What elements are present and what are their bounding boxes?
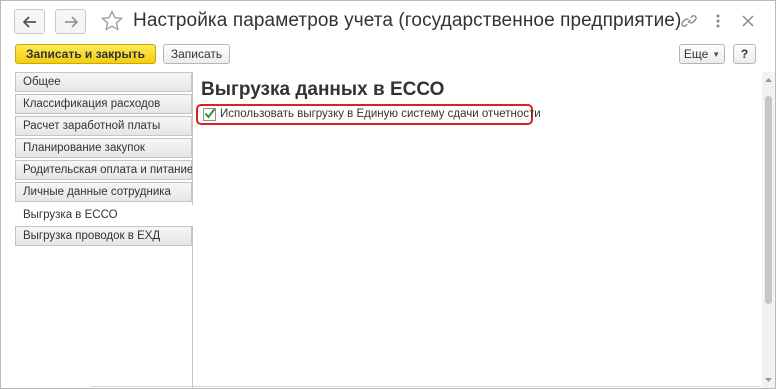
chevron-down-icon: ▼ xyxy=(712,49,721,59)
sidebar-item-ehd-export[interactable]: Выгрузка проводок в ЕХД xyxy=(15,226,192,246)
close-icon[interactable] xyxy=(737,10,759,32)
scroll-down-icon[interactable] xyxy=(762,374,775,386)
sidebar-item-esso-export[interactable]: Выгрузка в ЕССО xyxy=(15,205,192,225)
back-arrow-icon xyxy=(22,15,37,28)
sidebar-divider-top xyxy=(192,72,193,205)
sidebar-item-parent-payment[interactable]: Родительская оплата и питание xyxy=(15,160,193,180)
save-button[interactable]: Записать xyxy=(163,44,230,64)
sidebar-divider-bottom xyxy=(192,226,193,388)
sidebar-item-employee-data[interactable]: Личные данные сотрудника xyxy=(15,182,192,202)
more-button[interactable]: Еще ▼ xyxy=(679,44,725,64)
scroll-up-icon[interactable] xyxy=(762,74,775,86)
page-heading: Выгрузка данных в ЕССО xyxy=(201,79,445,100)
title-bar: Настройка параметров учета (государствен… xyxy=(1,1,775,39)
sidebar: Общее Классификация расходов Расчет зара… xyxy=(15,72,193,388)
forward-arrow-icon xyxy=(64,15,78,28)
help-button[interactable]: ? xyxy=(733,44,756,64)
sidebar-item-expense-classification[interactable]: Классификация расходов xyxy=(15,94,192,114)
sidebar-item-general[interactable]: Общее xyxy=(15,72,192,92)
more-button-label: Еще xyxy=(683,47,709,61)
more-vertical-icon[interactable] xyxy=(707,10,729,32)
vertical-scrollbar[interactable] xyxy=(762,72,775,388)
use-esso-export-checkbox[interactable] xyxy=(203,108,216,121)
link-icon[interactable] xyxy=(678,10,700,32)
bottom-divider xyxy=(91,386,761,387)
window-title: Настройка параметров учета (государствен… xyxy=(133,10,682,31)
sidebar-item-procurement-planning[interactable]: Планирование закупок xyxy=(15,138,192,158)
toolbar: Записать и закрыть Записать Еще ▼ ? xyxy=(1,41,775,69)
back-button[interactable] xyxy=(14,9,45,34)
forward-button[interactable] xyxy=(55,9,86,34)
checkbox-label[interactable]: Использовать выгрузку в Единую систему с… xyxy=(220,108,541,120)
save-and-close-button[interactable]: Записать и закрыть xyxy=(15,44,156,64)
settings-window: Настройка параметров учета (государствен… xyxy=(0,0,776,389)
sidebar-item-payroll[interactable]: Расчет заработной платы xyxy=(15,116,192,136)
star-icon[interactable] xyxy=(100,9,124,33)
scrollbar-thumb[interactable] xyxy=(765,96,772,304)
